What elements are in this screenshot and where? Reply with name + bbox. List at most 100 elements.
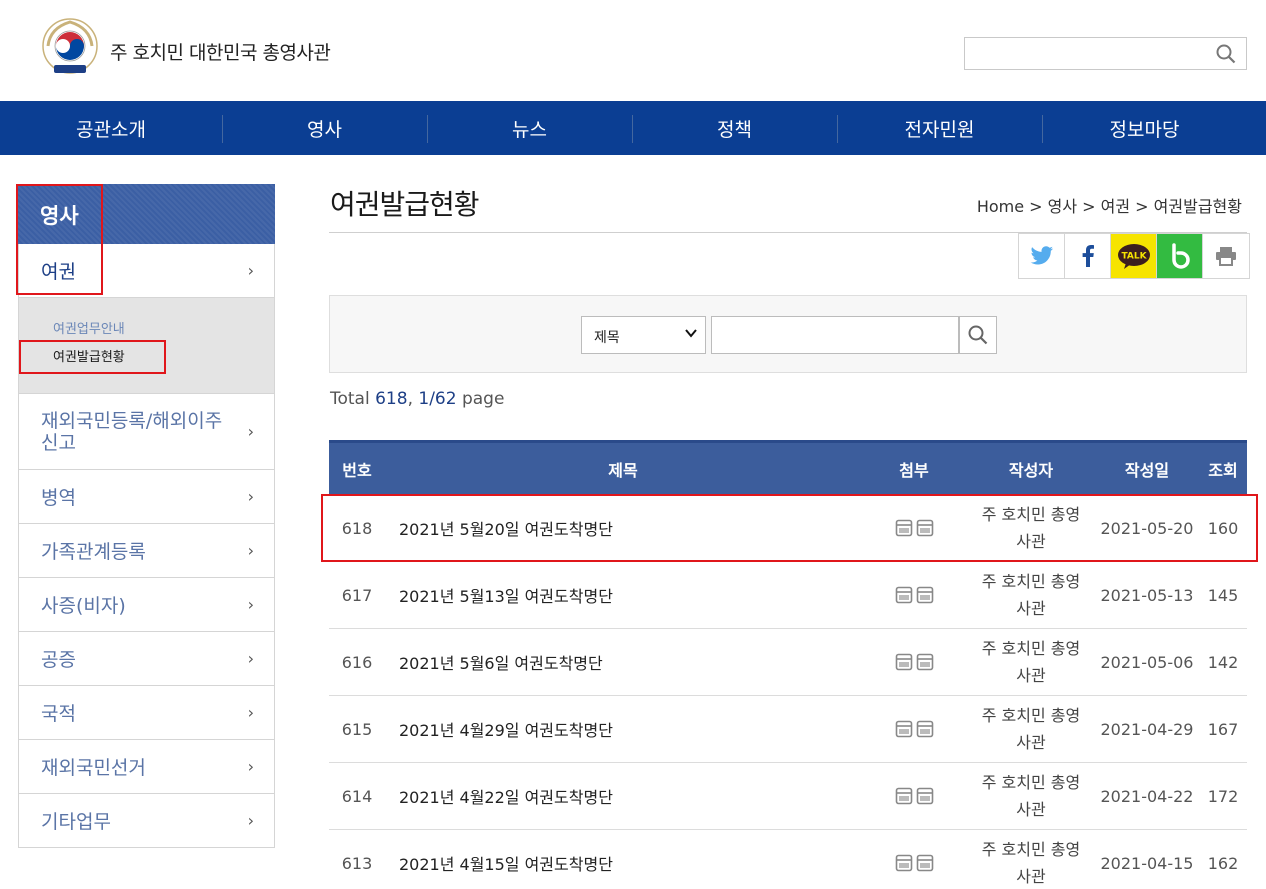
attachment-icon[interactable] [895,720,913,738]
sidebar-item-label: 재외국민선거 [41,757,146,779]
row-title-link[interactable]: 2021년 4월29일 여권도착명단 [385,696,861,762]
nav-item-consular[interactable]: 영사 [222,101,427,155]
sidebar-item-nationality[interactable]: 국적 › [18,686,275,740]
sidebar-heading: 영사 [18,184,275,244]
row-title-link[interactable]: 2021년 4월15일 여권도착명단 [385,830,861,889]
keyword-input[interactable] [711,316,959,354]
row-number: 615 [341,719,373,739]
sidebar-item-passport[interactable]: 여권 › [18,244,275,298]
chevron-right-icon: › [247,811,254,830]
total-count: Total 618, 1/62 page [330,389,504,409]
band-icon [1171,243,1190,269]
emblem-logo[interactable] [40,18,100,78]
row-date: 2021-04-15 [1100,853,1194,873]
row-writer: 주 호치민 총영사관 [981,639,1081,685]
sidebar-item-label: 병역 [41,487,76,509]
attachment-icon[interactable] [916,653,934,671]
nav-item-policy[interactable]: 정책 [632,101,837,155]
table-row[interactable]: 613 2021년 4월15일 여권도착명단 주 호치민 총영사관 2021-04-1… [329,830,1247,889]
attachment-icon[interactable] [895,519,913,537]
row-number: 616 [341,652,373,672]
row-date: 2021-04-29 [1100,719,1194,739]
chevron-right-icon: › [247,261,254,280]
sidebar-item-label-line2: 신고 [41,431,76,454]
facebook-icon [1082,245,1094,267]
row-views: 172 [1207,786,1239,806]
attachment-icon[interactable] [916,787,934,805]
attachment-icon[interactable] [895,787,913,805]
global-nav: 공관소개 영사 뉴스 정책 전자민원 정보마당 [0,101,1266,155]
search-icon[interactable] [1216,44,1236,64]
attachment-icon[interactable] [916,854,934,872]
sidebar-item-visa[interactable]: 사증(비자) › [18,578,275,632]
row-title-link[interactable]: 2021년 5월20일 여권도착명단 [385,495,861,561]
attachment-icon[interactable] [916,720,934,738]
row-title-link[interactable]: 2021년 4월22일 여권도착명단 [385,763,861,829]
table-row[interactable]: 615 2021년 4월29일 여권도착명단 주 호치민 총영사관 2021-04-2… [329,696,1247,763]
select-value: 제목 [594,330,620,346]
row-attachments [861,830,967,889]
sidebar-item-election[interactable]: 재외국민선거 › [18,740,275,794]
row-writer: 주 호치민 총영사관 [981,773,1081,819]
sidebar-item-military[interactable]: 병역 › [18,470,275,524]
table-row[interactable]: 618 2021년 5월20일 여권도착명단 주 호치민 총영사관 2021-05-2… [329,495,1247,562]
sidebar-item-notary[interactable]: 공증 › [18,632,275,686]
attachment-icon[interactable] [895,586,913,604]
kakaotalk-share-button[interactable]: TALK [1111,234,1157,278]
chevron-down-icon [685,326,697,342]
twitter-share-button[interactable] [1019,234,1065,278]
row-writer: 주 호치민 총영사관 [981,706,1081,752]
attachment-icon[interactable] [895,854,913,872]
row-date: 2021-05-13 [1100,585,1194,605]
submenu-item-passport-issuance[interactable]: 여권발급현황 [53,348,274,376]
total-number: 618 [375,389,408,409]
table-row[interactable]: 616 2021년 5월6일 여권도착명단 주 호치민 총영사관 2021-05-06… [329,629,1247,696]
facebook-share-button[interactable] [1065,234,1111,278]
sidebar-item-label: 가족관계등록 [41,541,146,563]
table-row[interactable]: 617 2021년 5월13일 여권도착명단 주 호치민 총영사관 2021-05-1… [329,562,1247,629]
nav-item-e-petition[interactable]: 전자민원 [837,101,1042,155]
row-views: 142 [1207,652,1239,672]
row-title-link[interactable]: 2021년 5월13일 여권도착명단 [385,562,861,628]
sidebar-item-label: 공증 [41,649,76,671]
sidebar-item-label-line1: 재외국민등록/해외이주 [41,409,223,432]
row-views: 160 [1207,518,1239,538]
row-attachments [861,763,967,829]
print-button[interactable] [1203,234,1249,278]
sidebar-item-registration[interactable]: 재외국민등록/해외이주 신고 › [18,394,275,470]
chevron-right-icon: › [247,649,254,668]
nav-item-about[interactable]: 공관소개 [0,101,222,155]
col-header-writer: 작성자 [1008,461,1054,480]
row-writer: 주 호치민 총영사관 [981,505,1081,551]
row-attachments [861,562,967,628]
submenu-item-passport-guide[interactable]: 여권업무안내 [53,320,274,348]
board-table: 번호 제목 첨부 작성자 작성일 조회 618 2021년 5월20일 여권도착명… [329,440,1247,889]
nav-item-news[interactable]: 뉴스 [427,101,632,155]
row-title-link[interactable]: 2021년 5월6일 여권도착명단 [385,629,861,695]
sidebar-item-label: 기타업무 [41,811,111,833]
page-title: 여권발급현황 [330,188,480,221]
svg-text:TALK: TALK [1121,252,1147,262]
chevron-right-icon: › [247,757,254,776]
site-title[interactable]: 주 호치민 대한민국 총영사관 [110,38,331,65]
attachment-icon[interactable] [916,519,934,537]
row-writer: 주 호치민 총영사관 [981,840,1081,886]
share-bar: TALK [1018,233,1250,279]
row-views: 145 [1207,585,1239,605]
row-writer: 주 호치민 총영사관 [981,572,1081,618]
sidebar-item-family-registry[interactable]: 가족관계등록 › [18,524,275,578]
search-button[interactable] [959,316,997,354]
row-attachments [861,629,967,695]
row-views: 162 [1207,853,1239,873]
col-header-views: 조회 [1208,461,1238,480]
top-search-input[interactable] [965,38,1205,69]
search-field-select[interactable]: 제목 [581,316,706,354]
sidebar-item-other[interactable]: 기타업무 › [18,794,275,848]
nav-item-info[interactable]: 정보마당 [1042,101,1247,155]
attachment-icon[interactable] [916,586,934,604]
row-number: 618 [341,518,373,538]
row-date: 2021-05-20 [1100,518,1194,538]
table-row[interactable]: 614 2021년 4월22일 여권도착명단 주 호치민 총영사관 2021-04-2… [329,763,1247,830]
attachment-icon[interactable] [895,653,913,671]
band-share-button[interactable] [1157,234,1203,278]
